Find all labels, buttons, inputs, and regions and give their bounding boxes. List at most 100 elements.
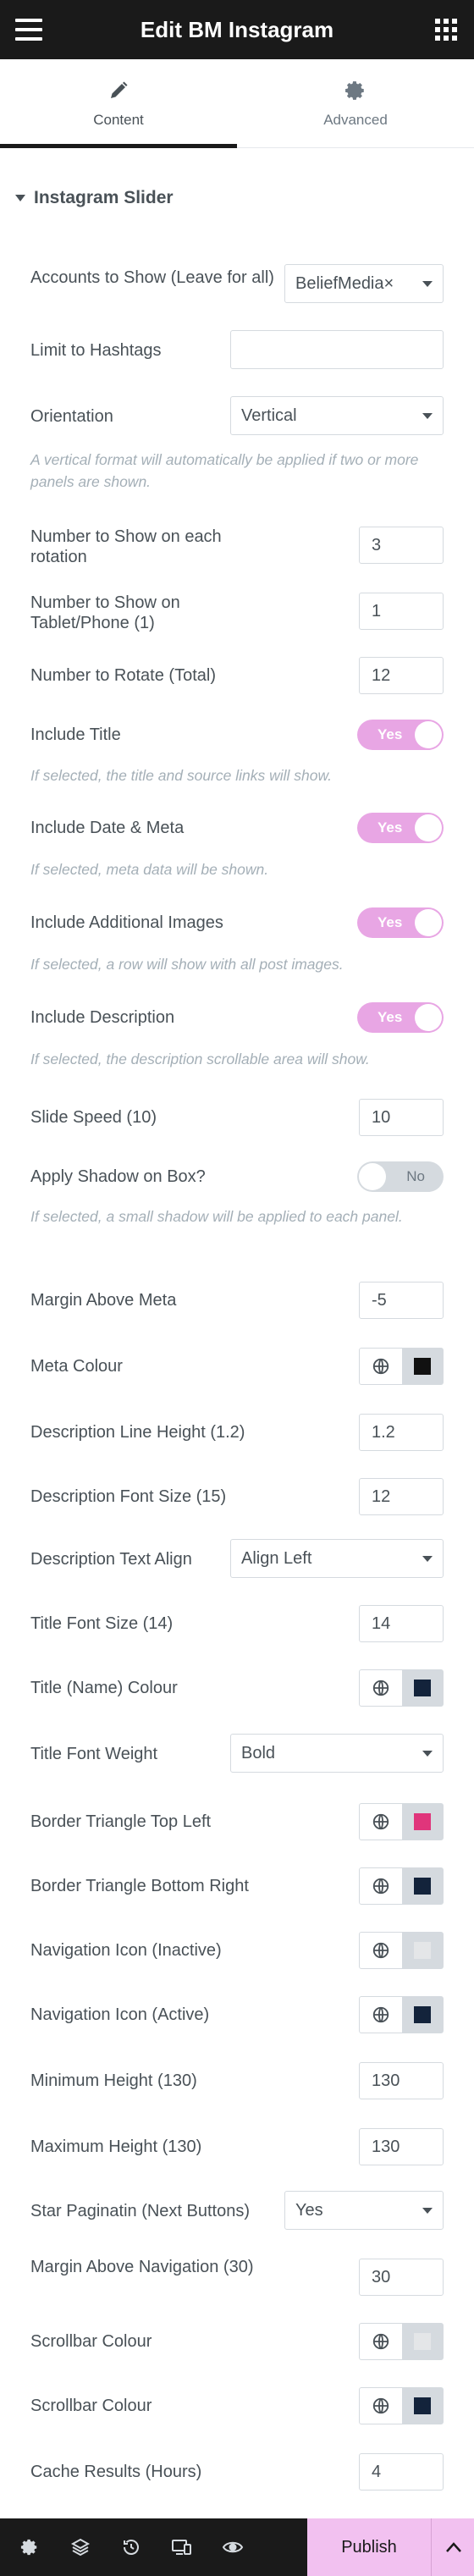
publish-button[interactable]: Publish	[307, 2518, 431, 2576]
hashtags-label: Limit to Hashtags	[30, 341, 162, 360]
min-height-control: Minimum Height (130) 130	[30, 2060, 444, 2101]
meta-colour-label: Meta Colour	[30, 1357, 123, 1376]
margin-nav-label: Margin Above Navigation (30)	[30, 2258, 254, 2276]
include-images-desc: If selected, a row will show with all po…	[30, 956, 344, 973]
section-instagram-slider[interactable]: Instagram Slider	[15, 188, 174, 208]
chevron-up-icon[interactable]	[431, 2518, 474, 2576]
toggle-state: No	[406, 1168, 425, 1184]
tab-advanced[interactable]: Advanced	[237, 59, 474, 147]
gear-icon	[344, 78, 367, 103]
globe-icon[interactable]	[360, 2324, 402, 2359]
cache-label: Cache Results (Hours)	[30, 2463, 202, 2481]
chevron-down-icon	[422, 1751, 433, 1757]
accounts-select[interactable]: BeliefMedia×	[284, 264, 444, 303]
color-swatch[interactable]	[401, 1670, 443, 1706]
num-show-input[interactable]: 3	[359, 527, 444, 564]
bottom-toolbar: Publish	[0, 2518, 474, 2576]
globe-icon[interactable]	[360, 1349, 402, 1384]
swatch-color	[413, 1680, 431, 1696]
max-height-input[interactable]: 130	[359, 2128, 444, 2165]
scrollbar-colour-1-control: Scrollbar Colour	[30, 2321, 444, 2362]
num-show-control: Number to Show on each rotation 3	[30, 525, 444, 566]
include-images-toggle[interactable]: Yes	[357, 907, 444, 938]
title-weight-label: Title Font Weight	[30, 1745, 158, 1763]
meta-colour-picker	[359, 1348, 444, 1385]
responsive-mode-icon[interactable]	[157, 2518, 207, 2576]
slide-speed-control: Slide Speed (10) 10	[30, 1097, 444, 1138]
star-pag-value: Yes	[295, 2200, 323, 2220]
preview-eye-icon[interactable]	[207, 2518, 258, 2576]
border-bottom-right-control: Border Triangle Bottom Right	[30, 1866, 444, 1906]
include-date-label: Include Date & Meta	[30, 819, 185, 837]
color-swatch[interactable]	[401, 1868, 443, 1904]
desc-align-select[interactable]: Align Left	[230, 1539, 444, 1578]
settings-gear-icon[interactable]	[4, 2518, 55, 2576]
title-font-size-input[interactable]: 14	[359, 1605, 444, 1642]
tab-advanced-label: Advanced	[323, 112, 388, 128]
orientation-control: Orientation Vertical	[30, 396, 444, 437]
tab-content[interactable]: Content	[0, 59, 237, 148]
star-pag-select[interactable]: Yes	[284, 2191, 444, 2230]
history-icon[interactable]	[106, 2518, 157, 2576]
globe-icon[interactable]	[360, 1933, 402, 1968]
widgets-grid-icon[interactable]	[435, 19, 457, 41]
desc-line-height-input[interactable]: 1.2	[359, 1414, 444, 1451]
desc-font-size-control: Description Font Size (15) 12	[30, 1476, 444, 1517]
color-swatch[interactable]	[401, 2388, 443, 2424]
include-title-toggle[interactable]: Yes	[357, 720, 444, 750]
min-height-label: Minimum Height (130)	[30, 2071, 197, 2090]
include-date-control: Include Date & Meta Yes	[30, 813, 444, 847]
globe-icon[interactable]	[360, 1804, 402, 1840]
title-colour-control: Title (Name) Colour	[30, 1668, 444, 1708]
margin-meta-input[interactable]: -5	[359, 1282, 444, 1319]
include-images-label: Include Additional Images	[30, 913, 223, 932]
include-date-toggle[interactable]: Yes	[357, 813, 444, 843]
num-rotate-input[interactable]: 12	[359, 657, 444, 694]
title-weight-select[interactable]: Bold	[230, 1734, 444, 1773]
swatch-color	[413, 1878, 431, 1895]
hamburger-menu-icon[interactable]	[15, 19, 42, 41]
color-swatch[interactable]	[401, 2324, 443, 2359]
color-swatch[interactable]	[401, 1804, 443, 1840]
include-desc-toggle[interactable]: Yes	[357, 1002, 444, 1033]
globe-icon[interactable]	[360, 1670, 402, 1706]
color-swatch[interactable]	[401, 1349, 443, 1384]
border-bottom-right-label: Border Triangle Bottom Right	[30, 1877, 249, 1895]
accounts-control: Accounts to Show (Leave for all) BeliefM…	[30, 264, 444, 312]
margin-meta-label: Margin Above Meta	[30, 1291, 177, 1310]
min-height-input[interactable]: 130	[359, 2062, 444, 2099]
num-tablet-input[interactable]: 1	[359, 593, 444, 630]
layers-icon[interactable]	[55, 2518, 106, 2576]
globe-icon[interactable]	[360, 2388, 402, 2424]
hashtags-input[interactable]	[230, 330, 444, 369]
margin-nav-input[interactable]: 30	[359, 2259, 444, 2296]
chevron-down-icon	[422, 1556, 433, 1562]
hashtags-control: Limit to Hashtags	[30, 330, 444, 371]
title-font-size-label: Title Font Size (14)	[30, 1614, 174, 1633]
include-desc-control: Include Description Yes	[30, 1002, 444, 1036]
orientation-select[interactable]: Vertical	[230, 396, 444, 435]
color-swatch[interactable]	[401, 1997, 443, 2033]
accounts-label: Accounts to Show (Leave for all)	[30, 268, 274, 287]
include-title-desc: If selected, the title and source links …	[30, 767, 333, 784]
nav-active-label: Navigation Icon (Active)	[30, 2005, 210, 2024]
title-colour-picker	[359, 1669, 444, 1707]
toggle-knob	[359, 1163, 386, 1190]
globe-icon[interactable]	[360, 1868, 402, 1904]
shadow-toggle[interactable]: No	[357, 1161, 444, 1192]
toggle-state: Yes	[378, 914, 403, 930]
include-images-control: Include Additional Images Yes	[30, 907, 444, 941]
color-swatch[interactable]	[401, 1933, 443, 1968]
slide-speed-label: Slide Speed (10)	[30, 1108, 157, 1127]
globe-icon[interactable]	[360, 1997, 402, 2033]
desc-font-size-input[interactable]: 12	[359, 1478, 444, 1515]
desc-font-size-label: Description Font Size (15)	[30, 1487, 227, 1506]
nav-active-picker	[359, 1996, 444, 2033]
cache-input[interactable]: 4	[359, 2453, 444, 2491]
title-weight-value: Bold	[241, 1743, 276, 1762]
meta-colour-control: Meta Colour	[30, 1346, 444, 1387]
nav-inactive-control: Navigation Icon (Inactive)	[30, 1930, 444, 1971]
slide-speed-input[interactable]: 10	[359, 1099, 444, 1136]
border-top-left-picker	[359, 1803, 444, 1840]
nav-inactive-picker	[359, 1932, 444, 1969]
